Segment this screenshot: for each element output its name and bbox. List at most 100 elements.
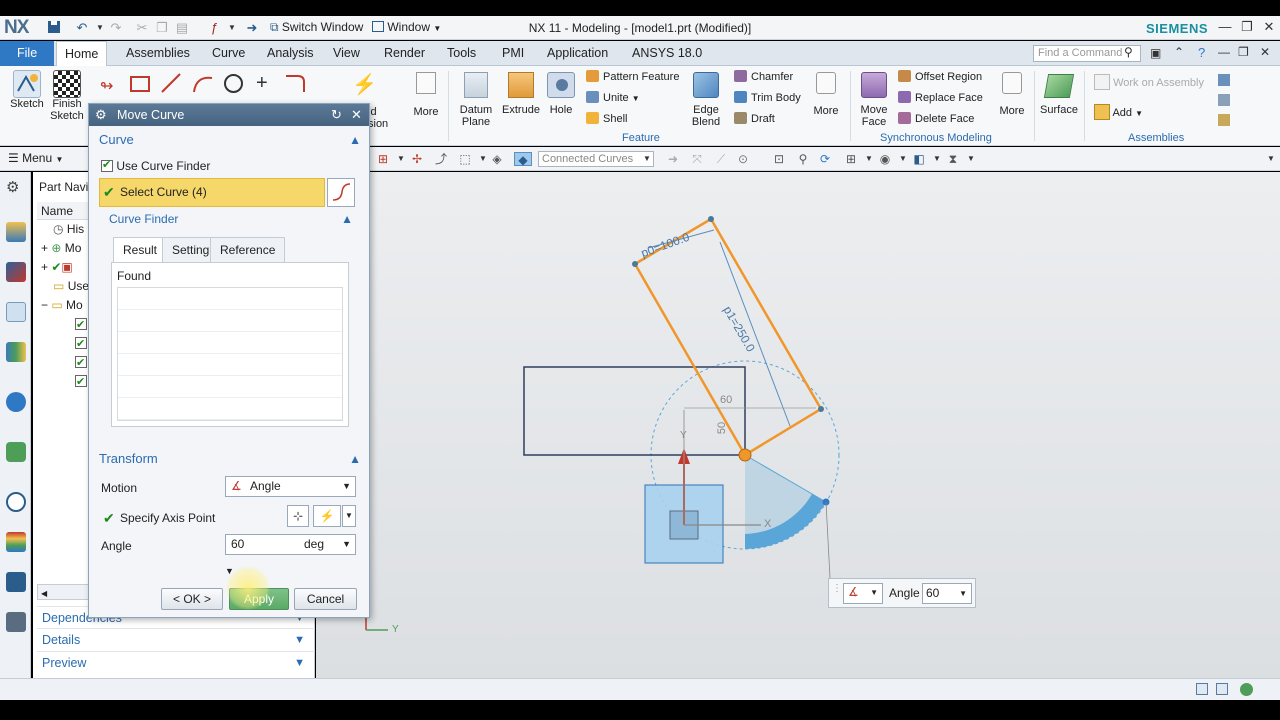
dimension-50-label[interactable]: 50: [716, 422, 728, 434]
section-details[interactable]: Details ▼: [37, 628, 315, 650]
dialog-close-icon[interactable]: ✕: [351, 104, 362, 126]
add-component-button[interactable]: Add ▼: [1094, 104, 1143, 120]
assembly-tool-icon-1[interactable]: [1218, 74, 1230, 86]
tab-analysis[interactable]: Analysis: [259, 41, 322, 66]
process-studio-icon[interactable]: [6, 572, 26, 592]
doc-close-icon[interactable]: ✕: [1260, 45, 1270, 59]
feature-visible-checkbox[interactable]: [75, 335, 87, 354]
cancel-button[interactable]: Cancel: [294, 588, 357, 610]
help-icon[interactable]: ?: [1198, 45, 1205, 60]
status-icon-2[interactable]: [1216, 683, 1228, 695]
tab-tools[interactable]: Tools: [439, 41, 484, 66]
part-navigator-icon[interactable]: [6, 302, 26, 322]
collapse-ribbon-icon[interactable]: ⌃: [1174, 45, 1184, 59]
snap-point-icon[interactable]: ⊙: [736, 152, 750, 166]
unite-button[interactable]: Unite ▼: [586, 89, 686, 107]
constraint-navigator-icon[interactable]: [6, 262, 26, 282]
transform-section-header[interactable]: Transform ▲: [99, 448, 361, 470]
edit-section-icon[interactable]: ◧: [912, 152, 926, 166]
solid-icon[interactable]: ⚡: [352, 72, 377, 97]
status-icon-1[interactable]: [1196, 683, 1208, 695]
rectangle-select-icon[interactable]: ⬚: [458, 152, 472, 166]
use-curve-finder-row[interactable]: Use Curve Finder: [101, 158, 210, 173]
tree-row-feature-1[interactable]: [75, 315, 87, 335]
web-browser-icon[interactable]: [6, 442, 26, 462]
motion-select[interactable]: ∡ Angle ▼: [225, 476, 356, 497]
delete-face-button[interactable]: Delete Face: [898, 110, 998, 128]
chamfer-button[interactable]: Chamfer: [734, 68, 814, 86]
move-face-button[interactable]: Move Face: [856, 72, 892, 128]
hd3d-tools-icon[interactable]: [6, 392, 26, 412]
dimension-60-label[interactable]: 60: [720, 394, 732, 406]
draft-button[interactable]: Draft: [734, 110, 814, 128]
more-button-2[interactable]: More: [810, 72, 842, 117]
rectangle-select-dropdown-icon[interactable]: ▼: [476, 152, 490, 166]
search-icon[interactable]: ⚲: [1124, 45, 1133, 59]
roles-icon[interactable]: [6, 612, 26, 632]
feature-visible-checkbox[interactable]: [75, 354, 87, 373]
zoom-icon[interactable]: ⚲: [796, 152, 810, 166]
edge-blend-button[interactable]: Edge Blend: [686, 72, 726, 128]
datum-plane-button[interactable]: Datum Plane: [456, 72, 496, 128]
profile-icon[interactable]: ↬: [100, 76, 113, 96]
render-style-icon[interactable]: ◉: [878, 152, 892, 166]
tree-row-model-views[interactable]: + ⊕ Mo: [41, 239, 81, 258]
minimize-icon[interactable]: —: [1216, 19, 1234, 35]
angle-input[interactable]: 60 deg ▼: [225, 534, 356, 555]
chain-icon[interactable]: ⟋: [714, 152, 728, 166]
motion-type-select[interactable]: ∡ ▼: [843, 583, 883, 604]
work-on-assembly-button[interactable]: Work on Assembly: [1094, 74, 1204, 90]
doc-restore-icon[interactable]: ❐: [1238, 45, 1249, 59]
tab-application[interactable]: Application: [539, 41, 616, 66]
tab-assemblies[interactable]: Assemblies: [118, 41, 198, 66]
tree-row-user-expressions[interactable]: ▭ Use: [53, 277, 89, 296]
select-curve-row[interactable]: ✔ Select Curve (4): [99, 178, 325, 207]
surface-button[interactable]: Surface: [1040, 74, 1078, 116]
tree-row-feature-2[interactable]: [75, 334, 87, 354]
snap-dropdown-icon[interactable]: ▼: [394, 152, 408, 166]
found-list[interactable]: [117, 287, 343, 421]
extrude-button[interactable]: Extrude: [500, 72, 542, 116]
stop-at-intersection-icon[interactable]: ➜: [666, 152, 680, 166]
curve-section-header[interactable]: Curve ▲: [99, 129, 361, 151]
orient-view-dropdown-icon[interactable]: ▼: [862, 152, 876, 166]
reuse-library-icon[interactable]: [6, 342, 26, 362]
curve-rule-icon[interactable]: ✢: [410, 152, 424, 166]
reset-icon[interactable]: ↻: [331, 104, 342, 126]
snap-icon[interactable]: ⊞: [376, 152, 390, 166]
select-region-icon[interactable]: ⤴: [434, 152, 448, 166]
tab-ansys[interactable]: ANSYS 18.0: [624, 41, 710, 66]
sketch-button[interactable]: Sketch: [10, 70, 44, 110]
tree-row-feature-4[interactable]: [75, 372, 87, 392]
model-view[interactable]: [316, 172, 1280, 678]
scroll-left-icon[interactable]: ◀: [41, 589, 47, 598]
edit-section-dropdown-icon[interactable]: ▼: [930, 152, 944, 166]
tree-row-history[interactable]: ◷ His: [45, 220, 84, 239]
rotate-icon[interactable]: ⟳: [818, 152, 832, 166]
more-button-3[interactable]: More: [996, 72, 1028, 117]
line-icon[interactable]: [160, 72, 182, 97]
dialog-title-bar[interactable]: ⚙ Move Curve ↻ ✕: [89, 104, 369, 126]
ribbon-options-icon[interactable]: ▣: [1150, 46, 1161, 60]
tab-view[interactable]: View: [325, 41, 368, 66]
tab-render[interactable]: Render: [376, 41, 433, 66]
more-button-1[interactable]: More: [410, 72, 442, 118]
section-preview[interactable]: Preview ▼: [37, 651, 315, 673]
fillet-icon[interactable]: [284, 72, 306, 97]
tab-home[interactable]: Home: [56, 41, 108, 67]
tab-result[interactable]: Result: [113, 237, 168, 263]
trim-body-button[interactable]: Trim Body: [734, 89, 814, 107]
settings-icon[interactable]: ⚙: [6, 178, 19, 196]
use-curve-finder-checkbox[interactable]: [101, 158, 113, 172]
tree-row-cameras[interactable]: + ✔▣: [41, 258, 73, 277]
hole-button[interactable]: Hole: [544, 72, 578, 116]
drag-handle-icon[interactable]: ⋮: [832, 583, 842, 594]
inferred-point-button[interactable]: ⚡: [313, 505, 341, 527]
select-curve-button[interactable]: [327, 178, 355, 207]
tab-file[interactable]: File: [0, 41, 55, 66]
show-hide-icon[interactable]: ⧗: [946, 152, 960, 166]
feature-visible-checkbox[interactable]: [75, 373, 87, 392]
point-type-dropdown[interactable]: ▼: [342, 505, 356, 527]
history-icon[interactable]: [6, 492, 26, 512]
shell-button[interactable]: Shell: [586, 110, 686, 128]
